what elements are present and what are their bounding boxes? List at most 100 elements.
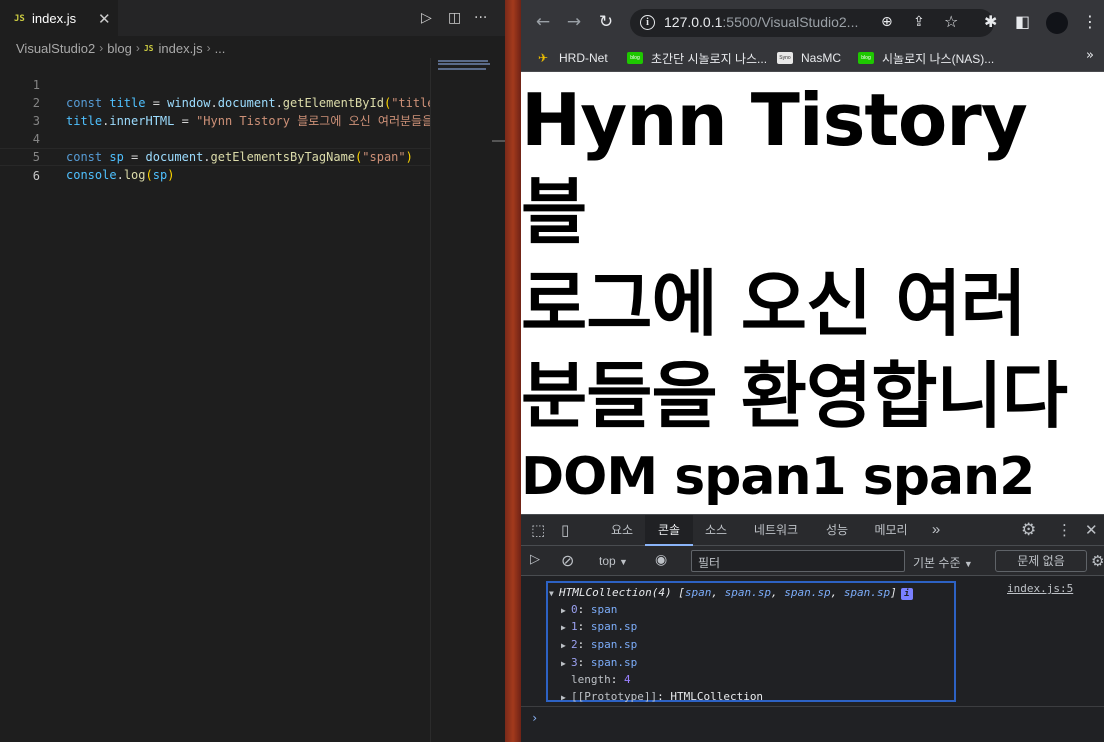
- editor-tab-bar: JS index.js ✕ ▷ ◫ ···: [0, 0, 505, 36]
- forward-button[interactable]: →: [562, 10, 586, 34]
- item-value: span.sp: [590, 638, 638, 651]
- source-link[interactable]: index.js:5: [1007, 582, 1073, 595]
- console-log-entry[interactable]: ▼ HTMLCollection(4) [span, span.sp, span.…: [546, 581, 956, 705]
- settings-gear-icon[interactable]: ⚙: [1021, 520, 1036, 540]
- console-prompt-icon[interactable]: ›: [531, 711, 538, 725]
- clear-console-icon[interactable]: ⊘: [561, 551, 574, 570]
- item-colon: :: [577, 656, 591, 669]
- bookmark-star-icon[interactable]: ☆: [944, 12, 958, 31]
- item-value: span: [590, 603, 618, 616]
- tab-index-js[interactable]: JS index.js ✕: [0, 0, 118, 36]
- code-token: console: [66, 168, 117, 182]
- bookmark-synology-blog-1[interactable]: blog 초간단 시놀로지 나스...: [627, 49, 767, 67]
- item-colon: :: [577, 620, 591, 633]
- address-bar[interactable]: i 127.0.0.1:5500/VisualStudio2... ⊕ ⇪ ☆: [630, 9, 994, 37]
- breadcrumb: VisualStudio2 › blog › JS index.js › ...: [16, 38, 225, 58]
- code-line[interactable]: 5 console.log(sp): [0, 130, 430, 182]
- console-sidebar-icon[interactable]: ▷: [530, 552, 540, 567]
- blog-favicon-icon: blog: [858, 52, 874, 64]
- prototype-property[interactable]: ▶ [[Prototype]]: HTMLCollection: [561, 688, 763, 705]
- bookmarks-overflow-icon[interactable]: »: [1086, 48, 1094, 63]
- log-levels-dropdown[interactable]: 기본 수준 ▼: [913, 554, 973, 571]
- collection-item[interactable]: ▶ 3: span.sp: [561, 654, 637, 671]
- page-title-line: Hynn Tistory 블: [521, 78, 1028, 254]
- collection-token: span.sp: [784, 586, 831, 599]
- more-tabs-icon[interactable]: »: [925, 515, 947, 546]
- web-page-content: Hynn Tistory 블 로그에 오신 여러 분들을 환영합니다 DOM s…: [521, 72, 1104, 514]
- bookmark-synology-blog-2[interactable]: blog 시놀로지 나스(NAS)...: [858, 49, 994, 67]
- prototype-value: HTMLCollection: [670, 690, 764, 703]
- synology-favicon-icon: Syno: [777, 52, 793, 64]
- prototype-key: [[Prototype]]: [571, 690, 658, 703]
- context-value: top: [599, 554, 616, 568]
- split-icon: ◫: [448, 10, 462, 26]
- bookmark-nasmc[interactable]: Syno NasMC: [777, 49, 841, 67]
- bookmarks-bar: ✈ HRD-Net blog 초간단 시놀로지 나스... Syno NasMC…: [521, 44, 1104, 72]
- collection-item[interactable]: ▶ 0: span: [561, 601, 617, 618]
- tab-memory[interactable]: 메모리: [863, 515, 919, 546]
- kebab-menu-icon[interactable]: ⋮: [1082, 12, 1098, 31]
- tab-elements[interactable]: 요소: [599, 515, 645, 546]
- code-line[interactable]: 2 title.innerHTML = "Hynn Tistory 블로그에 오…: [0, 76, 430, 128]
- more-actions-button[interactable]: ···: [474, 0, 487, 36]
- console-settings-gear-icon[interactable]: ⚙: [1091, 552, 1104, 570]
- context-selector[interactable]: top ▼: [599, 554, 628, 568]
- site-info-icon[interactable]: i: [640, 15, 655, 30]
- collection-item[interactable]: ▶ 1: span.sp: [561, 618, 637, 635]
- code-editor[interactable]: 1 const title = window.document.getEleme…: [0, 58, 430, 742]
- url-text[interactable]: 127.0.0.1:5500/VisualStudio2...: [664, 14, 858, 30]
- collection-header[interactable]: ▼ HTMLCollection(4) [span, span.sp, span.…: [549, 584, 913, 601]
- profile-avatar[interactable]: [1046, 12, 1068, 34]
- tab-close-icon[interactable]: ✕: [98, 10, 111, 28]
- tab-console[interactable]: 콘솔: [645, 515, 693, 546]
- minimap[interactable]: [432, 58, 492, 742]
- live-expression-eye-icon[interactable]: ◉: [655, 552, 667, 568]
- tab-sources[interactable]: 소스: [693, 515, 739, 546]
- tab-performance[interactable]: 성능: [813, 515, 861, 546]
- tab-network[interactable]: 네트워크: [743, 515, 809, 546]
- page-title-line: 분들을 환영합니다: [521, 354, 1068, 438]
- split-editor-button[interactable]: ◫: [448, 0, 461, 36]
- code-line[interactable]: 3: [0, 94, 430, 128]
- collection-item[interactable]: ▶ 2: span.sp: [561, 636, 637, 653]
- chevron-right-icon: ›: [99, 41, 104, 55]
- device-toolbar-icon[interactable]: ▯: [561, 521, 569, 539]
- page-title-line: 로그에 오신 여러: [521, 262, 1027, 346]
- info-badge-icon[interactable]: i: [900, 588, 913, 600]
- code-token: (: [145, 168, 153, 182]
- length-property: length: 4: [571, 671, 631, 688]
- inspect-element-icon[interactable]: ⬚: [531, 521, 545, 539]
- line-number: 6: [32, 169, 40, 183]
- issues-button[interactable]: 문제 없음: [995, 550, 1087, 572]
- close-devtools-icon[interactable]: ✕: [1085, 521, 1098, 539]
- code-line[interactable]: 4 const sp = document.getElementsByTagNa…: [0, 112, 430, 164]
- code-line-current[interactable]: 6: [0, 148, 430, 183]
- breadcrumb-symbol[interactable]: ...: [215, 41, 226, 56]
- devtools-menu-icon[interactable]: ⋮: [1057, 521, 1072, 539]
- devtools-panel: ⬚ ▯ 요소 콘솔 소스 네트워크 성능 메모리 » ⚙ ⋮ ✕ ▷ ⊘ top…: [521, 514, 1104, 742]
- back-button[interactable]: ←: [531, 10, 555, 34]
- url-path: :5500/VisualStudio2...: [722, 14, 859, 30]
- run-button[interactable]: ▷: [421, 0, 432, 36]
- reload-button[interactable]: ↻: [594, 10, 618, 34]
- side-panel-icon[interactable]: ◧: [1015, 12, 1030, 31]
- zoom-icon[interactable]: ⊕: [881, 14, 893, 30]
- collection-name: HTMLCollection(4): [559, 586, 672, 599]
- collection-token: [: [671, 586, 685, 599]
- expand-triangle-icon: ▶: [561, 641, 566, 650]
- code-line[interactable]: 1 const title = window.document.getEleme…: [0, 58, 430, 110]
- bookmark-hrd-net[interactable]: ✈ HRD-Net: [535, 49, 608, 67]
- breadcrumb-folder-blog[interactable]: blog: [107, 41, 132, 56]
- breadcrumb-file[interactable]: index.js: [158, 41, 202, 56]
- console-toolbar: ▷ ⊘ top ▼ ◉ 필터 기본 수준 ▼ 문제 없음 ⚙: [521, 546, 1104, 576]
- code-token: sp: [152, 168, 168, 182]
- editor-scrollbar[interactable]: [492, 140, 505, 142]
- item-key: 3: [571, 656, 578, 669]
- browser-toolbar: ← → ↻ i 127.0.0.1:5500/VisualStudio2... …: [521, 0, 1104, 44]
- devtools-tab-bar: ⬚ ▯ 요소 콘솔 소스 네트워크 성능 메모리 » ⚙ ⋮ ✕: [521, 515, 1104, 546]
- extensions-icon[interactable]: ✱: [984, 12, 997, 31]
- console-filter-input[interactable]: 필터: [691, 550, 905, 572]
- breadcrumb-folder-visualstudio2[interactable]: VisualStudio2: [16, 41, 95, 56]
- share-icon[interactable]: ⇪: [913, 14, 925, 30]
- js-file-icon: JS: [14, 13, 25, 24]
